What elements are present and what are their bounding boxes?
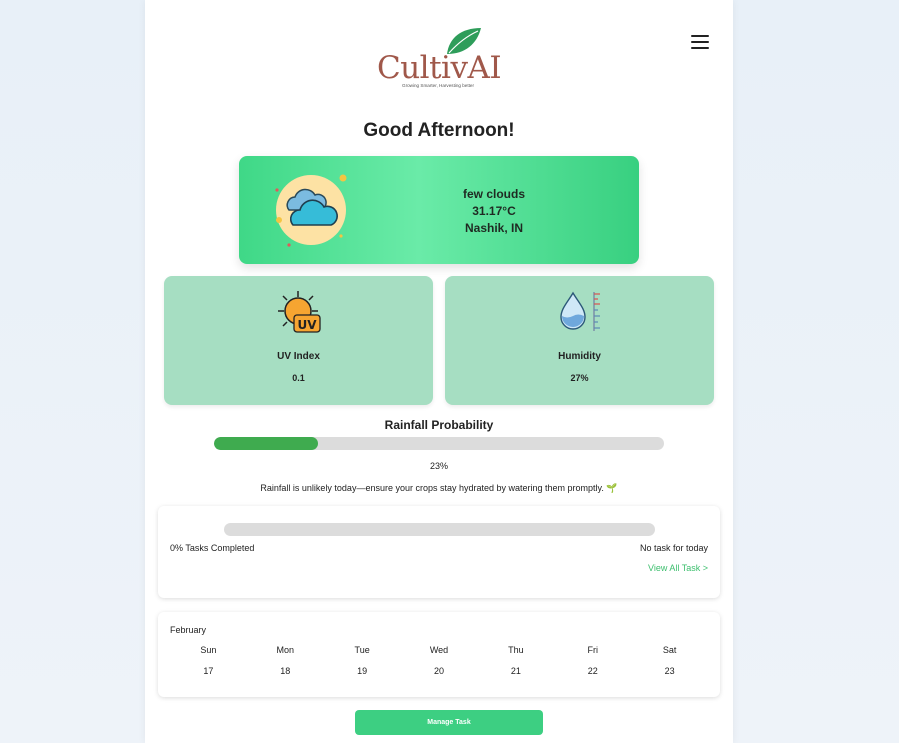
rainfall-percent: 23%	[429, 461, 448, 471]
hamburger-menu-icon[interactable]	[691, 35, 709, 49]
manage-task-button[interactable]: Manage Task	[355, 710, 543, 735]
rainfall-progress-fill	[214, 437, 318, 450]
day-name: Wed	[429, 645, 449, 655]
calendar-week: Sun 17 Mon 18 Tue 19 Wed 20 Thu 21 Fri 2…	[170, 645, 708, 676]
day-date: 22	[587, 666, 598, 676]
humidity-label: Humidity	[558, 351, 601, 362]
app-page: CultivAI Growing Smarter, Harvesting bet…	[145, 0, 733, 743]
greeting-title: Good Afternoon!	[363, 120, 515, 141]
calendar-day[interactable]: Mon 18	[247, 645, 324, 676]
task-progress-bar	[224, 523, 655, 536]
weather-info: few clouds 31.17°C Nashik, IN	[429, 186, 559, 237]
humidity-card: Humidity 27%	[445, 276, 714, 405]
calendar-month: February	[170, 625, 207, 635]
uv-index-value: 0.1	[292, 373, 305, 383]
task-status: No task for today	[639, 543, 708, 553]
rainfall-title: Rainfall Probability	[384, 418, 494, 432]
day-name: Thu	[508, 645, 524, 655]
rainfall-message: Rainfall is unlikely today—ensure your c…	[260, 483, 618, 493]
view-all-tasks-link[interactable]: View All Task >	[648, 563, 708, 573]
uv-index-label: UV Index	[277, 351, 320, 362]
calendar-day[interactable]: Wed 20	[401, 645, 478, 676]
rainfall-progress-bar	[214, 437, 664, 450]
weather-temperature: 31.17°C	[472, 204, 516, 218]
calendar-card: February Sun 17 Mon 18 Tue 19 Wed 20 Thu…	[158, 612, 720, 697]
day-date: 17	[203, 666, 214, 676]
weather-location: Nashik, IN	[464, 221, 524, 235]
uv-sun-icon: UV	[278, 291, 321, 333]
weather-description: few clouds	[462, 187, 525, 201]
day-name: Sun	[200, 645, 217, 655]
weather-card: few clouds 31.17°C Nashik, IN	[239, 156, 639, 264]
day-name: Mon	[276, 645, 295, 655]
brand-name: CultivAI	[377, 50, 502, 86]
tasks-completed-label: 0% Tasks Completed	[170, 543, 255, 553]
svg-text:UV: UV	[297, 318, 317, 332]
day-date: 20	[434, 666, 445, 676]
day-date: 23	[664, 666, 675, 676]
calendar-day[interactable]: Fri 22	[554, 645, 631, 676]
brand-tagline: Growing Smarter, Harvesting better	[402, 83, 474, 88]
humidity-drop-icon	[560, 291, 600, 331]
brand-logo: CultivAI Growing Smarter, Harvesting bet…	[375, 26, 505, 92]
day-name: Sat	[662, 645, 677, 655]
day-date: 18	[280, 666, 291, 676]
humidity-value: 27%	[570, 373, 589, 383]
day-name: Tue	[354, 645, 370, 655]
task-progress-card: 0% Tasks Completed No task for today Vie…	[158, 506, 720, 598]
calendar-day[interactable]: Tue 19	[324, 645, 401, 676]
day-name: Fri	[587, 645, 598, 655]
calendar-day[interactable]: Sun 17	[170, 645, 247, 676]
calendar-day[interactable]: Thu 21	[477, 645, 554, 676]
calendar-day[interactable]: Sat 23	[631, 645, 708, 676]
day-date: 19	[357, 666, 368, 676]
day-date: 21	[510, 666, 521, 676]
uv-index-card: UV UV Index 0.1	[164, 276, 433, 405]
cloudy-sun-icon	[275, 174, 347, 247]
